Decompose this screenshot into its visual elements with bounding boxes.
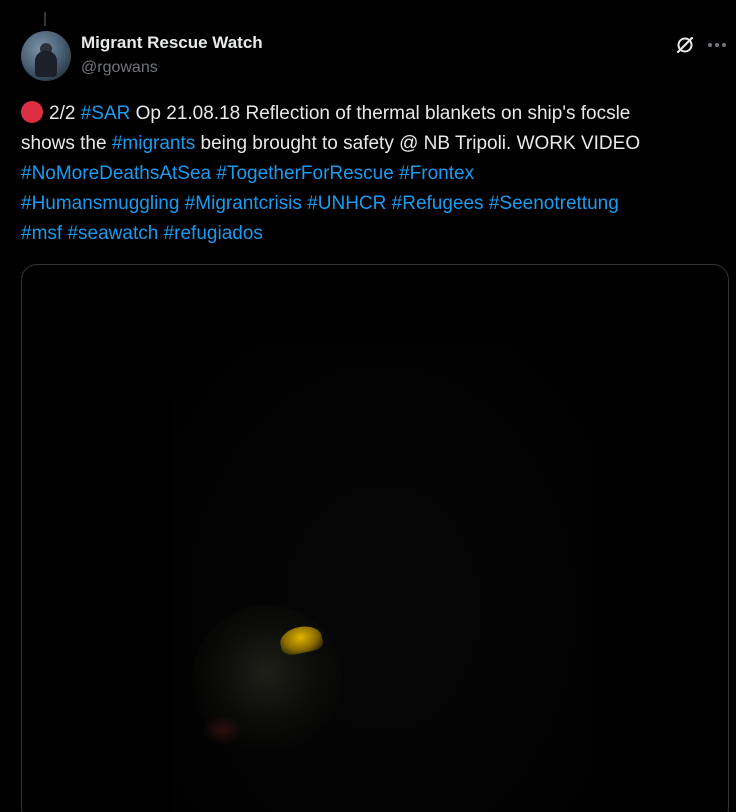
avatar-figure	[35, 51, 57, 77]
hashtag-link[interactable]: #Migrantcrisis	[185, 193, 302, 214]
hashtag-link[interactable]: #Humansmuggling	[21, 193, 179, 214]
hashtag-link[interactable]: #Seenotrettung	[489, 193, 619, 214]
more-options-icon[interactable]	[706, 34, 728, 56]
tweet-text-segment: Op 21.08.18 Reflection of thermal blanke…	[130, 103, 631, 124]
hashtag-link[interactable]: #TogetherForRescue	[216, 163, 393, 184]
hashtag-link[interactable]: #seawatch	[67, 223, 158, 244]
grok-icon-glyph	[676, 36, 694, 54]
tweet[interactable]: Migrant Rescue Watch @rgowans 2/2 #SAR O…	[0, 0, 736, 812]
video-scene-detail	[202, 715, 242, 745]
video-player[interactable]	[21, 264, 729, 812]
hashtag-link[interactable]: #NoMoreDeathsAtSea	[21, 163, 211, 184]
more-dots-glyph	[708, 43, 726, 47]
grok-icon[interactable]	[674, 34, 696, 56]
tweet-text-segment: being brought to safety @ NB Tripoli. WO…	[195, 133, 641, 154]
tweet-line-5: #msf #seawatch #refugiados	[21, 219, 731, 249]
hashtag-link[interactable]: #refugiados	[164, 223, 263, 244]
hashtag-link[interactable]: #Frontex	[399, 163, 474, 184]
author-name[interactable]: Migrant Rescue Watch	[81, 33, 263, 53]
avatar[interactable]	[21, 31, 71, 81]
red-circle-icon	[21, 101, 43, 123]
tweet-line-3: #NoMoreDeathsAtSea #TogetherForRescue #F…	[21, 159, 731, 189]
tweet-text: 2/2 #SAR Op 21.08.18 Reflection of therm…	[21, 99, 731, 249]
hashtag-link[interactable]: #UNHCR	[307, 193, 386, 214]
tweet-line-4: #Humansmuggling #Migrantcrisis #UNHCR #R…	[21, 189, 731, 219]
author-handle[interactable]: @rgowans	[81, 59, 158, 77]
hashtag-link[interactable]: #Refugees	[392, 193, 484, 214]
hashtag-link[interactable]: #migrants	[112, 133, 195, 154]
tweet-line-1: 2/2 #SAR Op 21.08.18 Reflection of therm…	[21, 99, 731, 129]
hashtag-link[interactable]: #SAR	[81, 103, 131, 124]
tweet-text-segment: shows the	[21, 133, 112, 154]
tweet-line-2: shows the #migrants being brought to saf…	[21, 129, 731, 159]
hashtag-link[interactable]: #msf	[21, 223, 62, 244]
thread-connector-line	[44, 12, 46, 26]
tweet-text-segment: 2/2	[49, 103, 81, 124]
